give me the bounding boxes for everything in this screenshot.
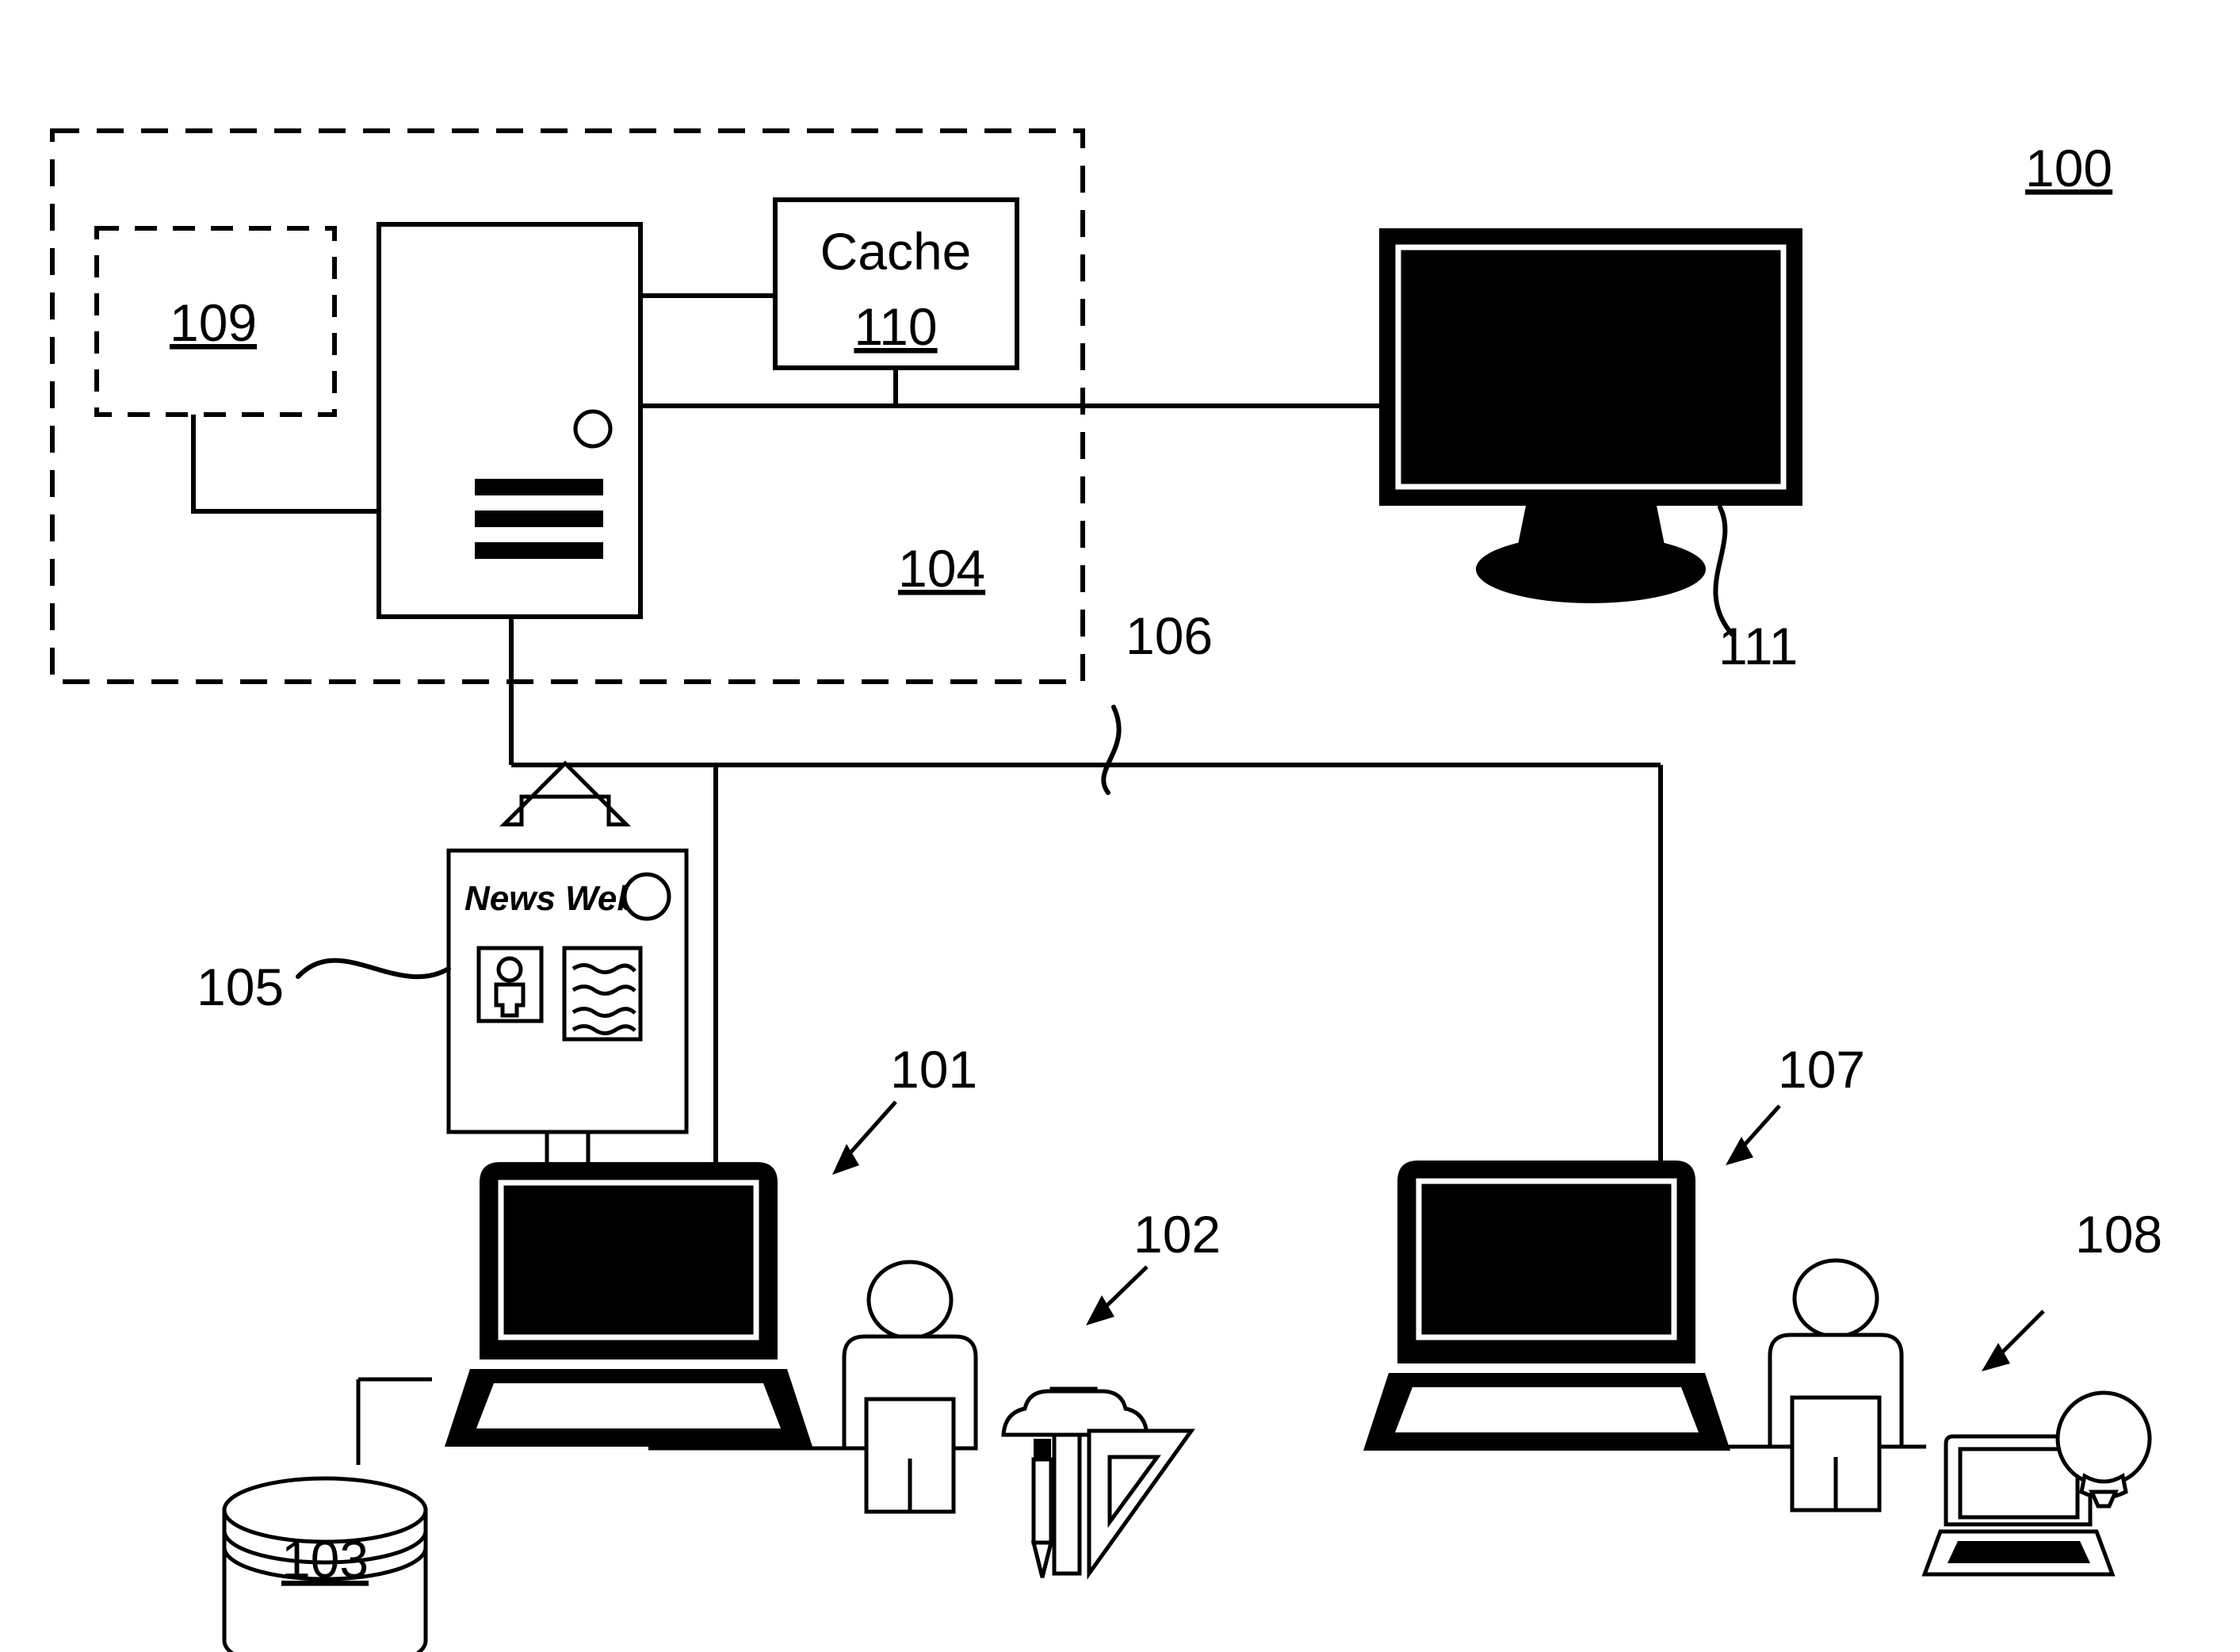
cache-title-label: Cache bbox=[820, 222, 972, 281]
network-label: 106 bbox=[1126, 606, 1213, 665]
monitor-label: 111 bbox=[1718, 617, 1798, 675]
device-108-label: 108 bbox=[2075, 1205, 2162, 1264]
news-web-person-head-icon bbox=[496, 956, 523, 983]
pencil-body bbox=[1031, 1457, 1053, 1545]
tool-head bbox=[1001, 1389, 1149, 1437]
figure-canvas: News Web 103 100 109 Cache 110 104 106 1… bbox=[50, 128, 2162, 1652]
person-left-head-icon bbox=[866, 1260, 954, 1340]
server-bar-3 bbox=[475, 542, 603, 559]
laptop-right-keyboard bbox=[1395, 1387, 1699, 1432]
connector-109-to-server bbox=[191, 415, 379, 514]
monitor-cable bbox=[1713, 505, 1734, 637]
tool-shaft bbox=[1052, 1432, 1082, 1576]
laptop-right-lid bbox=[1397, 1161, 1695, 1363]
pencil-tip-dark bbox=[1034, 1439, 1051, 1459]
network-leader-line bbox=[1101, 705, 1122, 795]
connector-db-to-laptop bbox=[356, 1377, 432, 1465]
laptop-left-lid bbox=[480, 1162, 778, 1359]
server-power-circle-icon bbox=[573, 409, 613, 449]
pencil-point-icon bbox=[1030, 1540, 1054, 1578]
system-label: 100 bbox=[2025, 139, 2112, 197]
webpage-leader-line bbox=[296, 958, 451, 980]
lightbulb-base-icon bbox=[2089, 1489, 2119, 1509]
device108-keyboard bbox=[1948, 1541, 2090, 1563]
database-label: 103 bbox=[281, 1530, 369, 1589]
news-web-title: News Web bbox=[464, 879, 638, 918]
server-bar-2 bbox=[475, 511, 603, 527]
tools-label: 102 bbox=[1133, 1205, 1221, 1264]
webpage-label: 105 bbox=[197, 958, 284, 1016]
server-group-label: 104 bbox=[898, 539, 985, 598]
server-bar-1 bbox=[475, 479, 603, 495]
client-left-label: 101 bbox=[890, 1040, 977, 1099]
patent-figure: News Web 103 100 109 Cache 110 104 106 1… bbox=[0, 0, 2240, 1652]
monitor-bezel bbox=[1379, 228, 1802, 506]
person-right-head-icon bbox=[1792, 1258, 1879, 1339]
device108-screen bbox=[1958, 1447, 2080, 1520]
news-web-logo-circle-icon bbox=[622, 872, 671, 921]
upload-arrow-icon bbox=[499, 760, 632, 827]
client-right-label: 107 bbox=[1778, 1040, 1865, 1099]
monitor-base bbox=[1476, 535, 1706, 603]
laptop-left-keyboard bbox=[476, 1383, 781, 1428]
cache-number-label: 110 bbox=[854, 297, 937, 356]
set-square-outer bbox=[1087, 1428, 1195, 1580]
module-109-label: 109 bbox=[170, 293, 257, 352]
lightbulb-glass-icon bbox=[2055, 1390, 2152, 1487]
